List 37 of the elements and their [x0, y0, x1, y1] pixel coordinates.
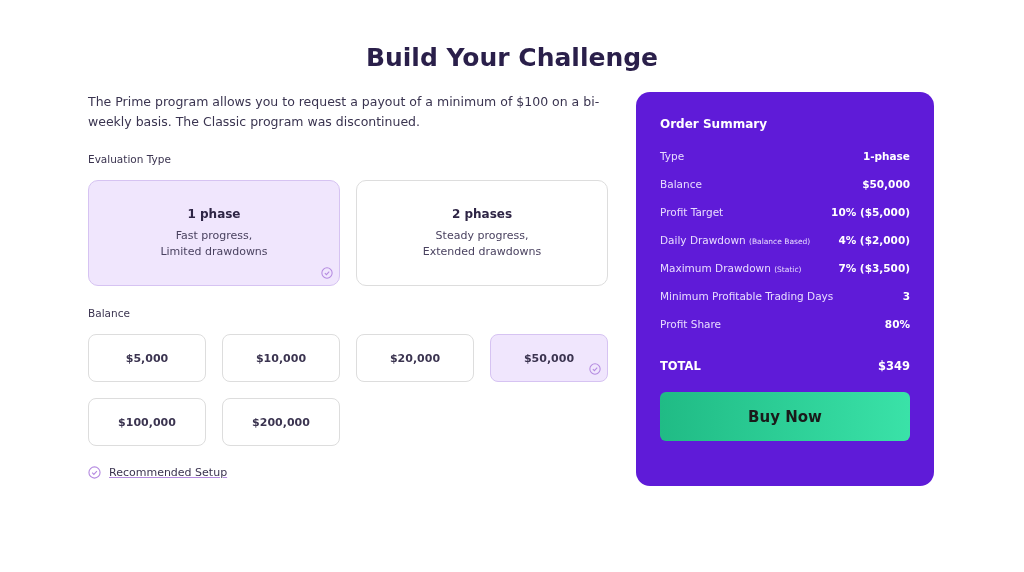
balance-option-button[interactable]: $50,000 — [490, 334, 608, 382]
balance-option-button[interactable]: $10,000 — [222, 334, 340, 382]
evaluation-option-card[interactable]: 1 phase Fast progress, Limited drawdowns — [88, 180, 340, 286]
check-circle-icon — [589, 363, 601, 375]
intro-text: The Prime program allows you to request a payout of a minimum of $100 on a bi-weekly basis. The Classic program was discontinued. — [88, 93, 601, 131]
summary-value: 1-phase — [862, 149, 910, 164]
recommended-setup-link[interactable]: Recommended Setup — [109, 466, 228, 479]
option-title: 1 phase — [187, 206, 241, 221]
option-description: Fast progress, — [175, 227, 253, 244]
summary-label: Balance — [660, 177, 702, 192]
balance-option-button[interactable]: $20,000 — [356, 334, 474, 382]
summary-label: Profit Share — [660, 317, 722, 332]
option-title: 2 phases — [451, 206, 513, 221]
summary-value: 10% ($5,000) — [831, 205, 910, 220]
balance-option-button[interactable]: $5,000 — [88, 334, 206, 382]
page-title: Build Your Challenge — [364, 42, 660, 74]
section-label: Evaluation Type — [88, 153, 172, 165]
option-description: Steady progress, — [435, 227, 529, 244]
summary-value: 80% — [884, 317, 910, 332]
section-label: Balance — [88, 307, 131, 319]
option-description: Limited drawdowns — [160, 243, 268, 260]
summary-value: 7% ($3,500) — [838, 261, 910, 276]
evaluation-option-card[interactable]: 2 phases Steady progress, Extended drawdowns — [356, 180, 608, 286]
total-value: $349 — [878, 358, 910, 374]
buy-now-button[interactable]: Buy Now — [660, 392, 910, 441]
balance-option-button[interactable]: $100,000 — [88, 398, 206, 446]
summary-label: Profit Target — [660, 205, 724, 220]
balance-option-button[interactable]: $200,000 — [222, 398, 340, 446]
summary-label: Minimum Profitable Trading Days — [660, 289, 834, 304]
option-description: Extended drawdowns — [422, 243, 542, 260]
total-label: TOTAL — [660, 358, 701, 374]
summary-value: $50,000 — [862, 177, 910, 192]
check-circle-icon — [321, 267, 333, 279]
summary-value: 3 — [902, 289, 910, 304]
summary-label: Type — [660, 149, 685, 164]
summary-title: Order Summary — [660, 117, 768, 131]
summary-value: 4% ($2,000) — [838, 233, 910, 248]
